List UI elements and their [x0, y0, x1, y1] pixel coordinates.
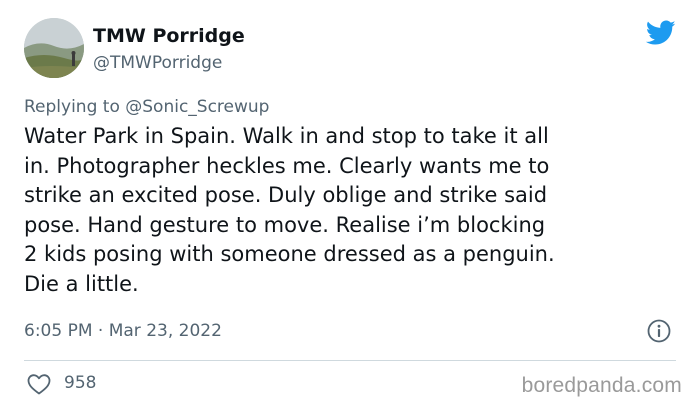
tweet-timestamp[interactable]: 6:05 PM · Mar 23, 2022 [24, 320, 222, 342]
tweet-text: Water Park in Spain. Walk in and stop to… [24, 124, 555, 296]
replying-to: Replying to @Sonic_Screwup [24, 96, 269, 118]
heart-outline-icon[interactable] [26, 372, 52, 396]
watermark: boredpanda.com [521, 374, 682, 397]
tweet-card: TMW Porridge @TMWPorridge Replying to @S… [0, 0, 700, 410]
replying-to-label: Replying to [24, 97, 126, 117]
divider [24, 360, 676, 361]
author-handle[interactable]: @TMWPorridge [93, 51, 245, 75]
replying-to-mention[interactable]: @Sonic_Screwup [125, 97, 269, 117]
twitter-bird-icon[interactable] [645, 20, 676, 46]
author-block: TMW Porridge @TMWPorridge [93, 24, 245, 75]
avatar[interactable] [24, 18, 84, 78]
like-count: 958 [64, 373, 97, 393]
author-name[interactable]: TMW Porridge [93, 24, 245, 48]
info-icon[interactable] [646, 318, 672, 344]
